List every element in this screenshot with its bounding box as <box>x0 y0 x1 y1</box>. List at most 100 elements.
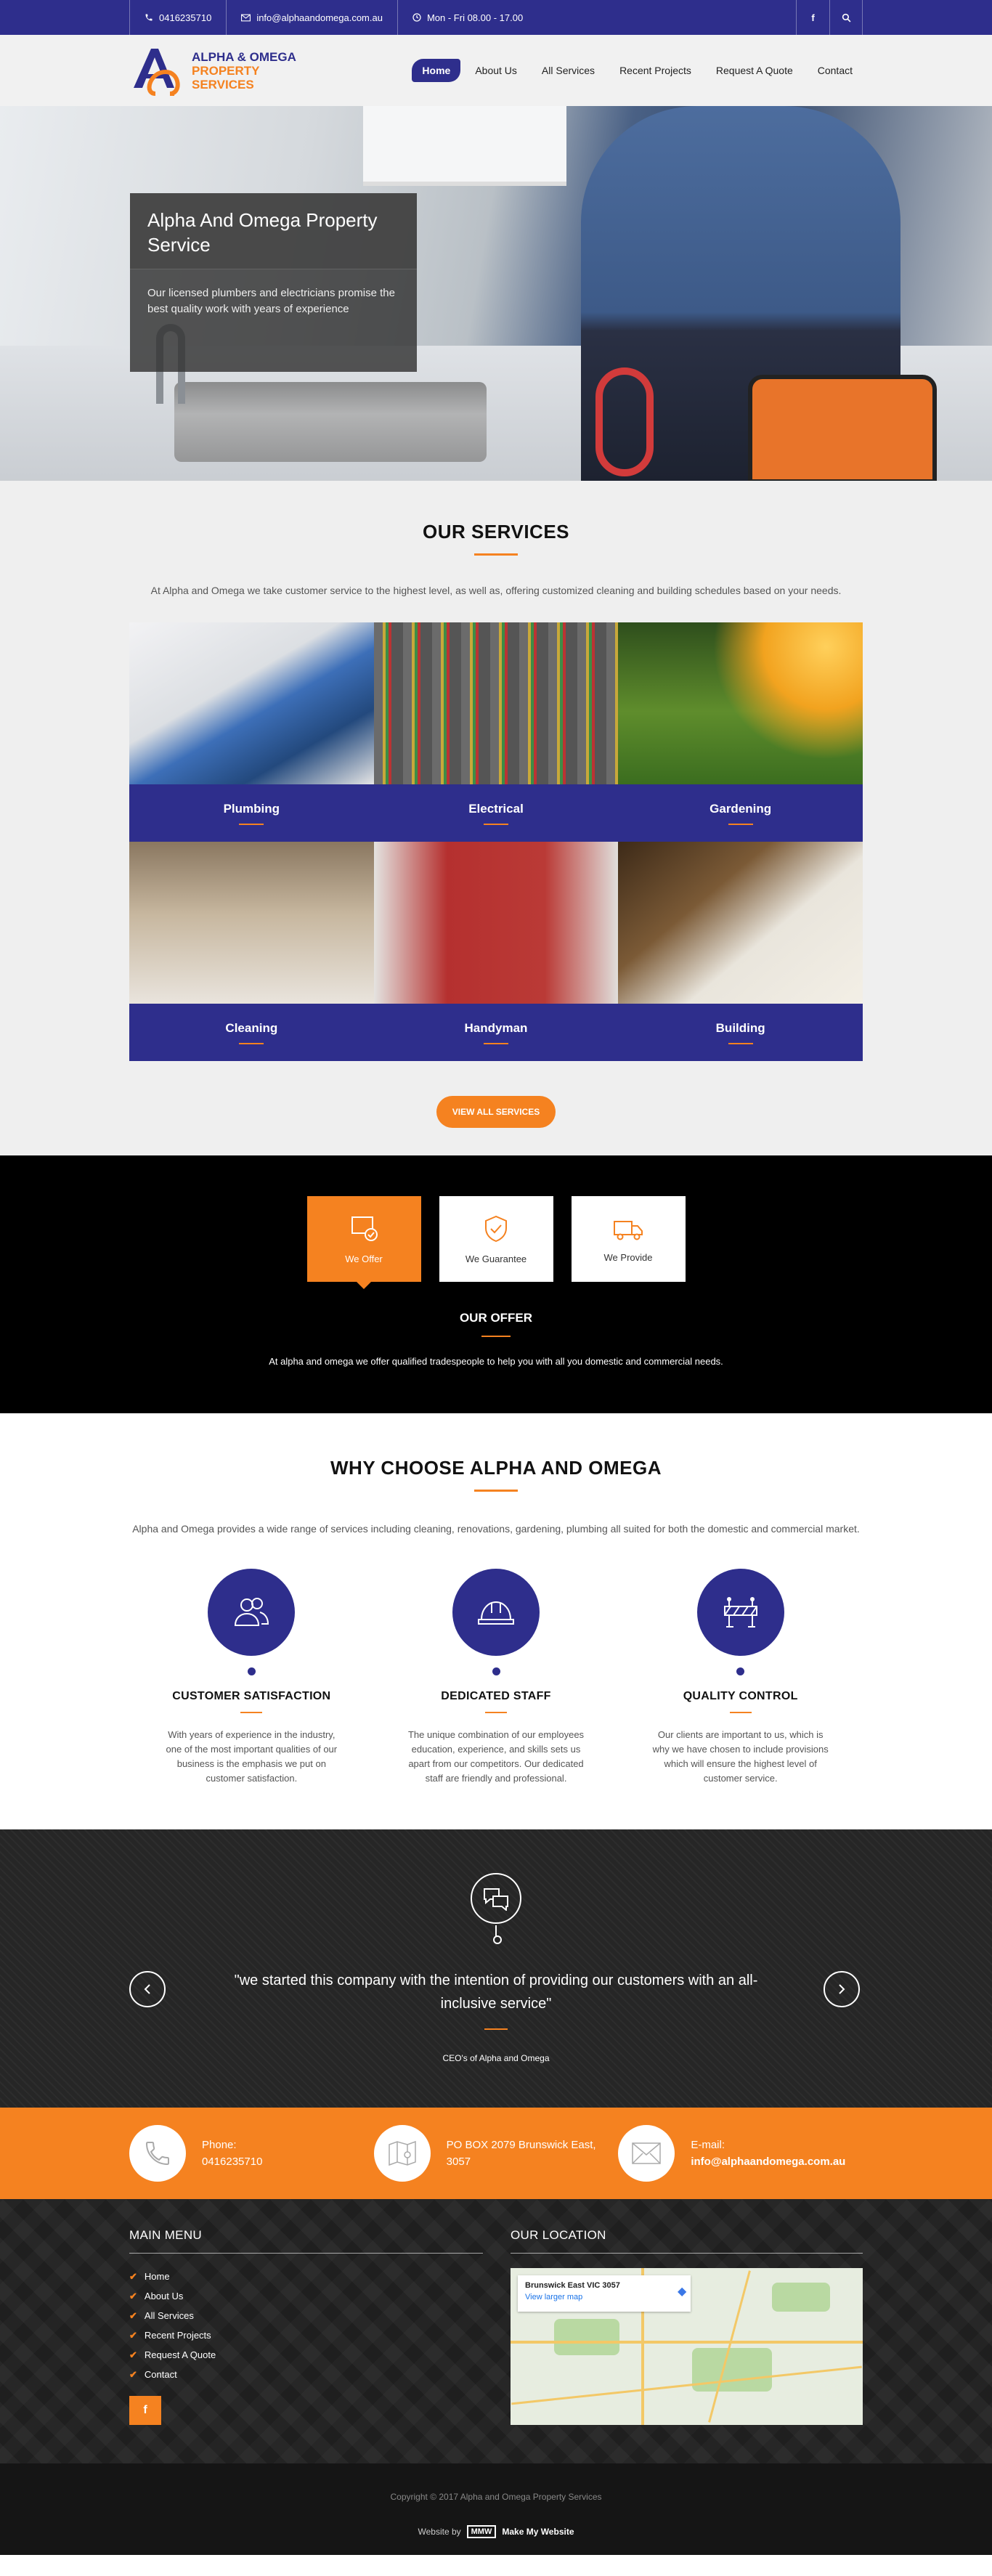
tab-we-offer[interactable]: We Offer <box>306 1196 421 1289</box>
nav-contact[interactable]: Contact <box>808 59 863 82</box>
nav-about-us[interactable]: About Us <box>465 59 527 82</box>
service-card-plumbing[interactable]: Plumbing <box>129 622 374 842</box>
tab-label: We Offer <box>345 1253 383 1264</box>
service-card-gardening[interactable]: Gardening <box>618 622 863 842</box>
tab-label: We Provide <box>603 1251 653 1263</box>
service-card-building[interactable]: Building <box>618 842 863 1061</box>
site-header: ALPHA & OMEGA PROPERTY SERVICES Home Abo… <box>0 35 992 106</box>
nav-all-services[interactable]: All Services <box>532 59 605 82</box>
check-icon: ✔ <box>129 2310 137 2321</box>
label-underline <box>728 823 753 825</box>
chat-bubbles-icon <box>471 1873 521 1924</box>
logo-line-3: SERVICES <box>192 77 254 92</box>
tab-we-provide[interactable]: We Provide <box>571 1196 686 1282</box>
footer-menu-item[interactable]: ✔ Recent Projects <box>129 2325 483 2345</box>
top-hours: Mon - Fri 08.00 - 17.00 <box>397 0 537 35</box>
service-card-cleaning[interactable]: Cleaning <box>129 842 374 1061</box>
facebook-icon[interactable]: f <box>129 2396 161 2425</box>
check-icon: ✔ <box>129 2271 137 2282</box>
footer-menu-label: All Services <box>144 2310 194 2321</box>
logo-line-2: PROPERTY <box>192 63 260 78</box>
icon-stem <box>493 1925 502 1944</box>
offer-text: At alpha and omega we offer qualified tr… <box>269 1356 723 1367</box>
footer-menu-item[interactable]: ✔ Home <box>129 2267 483 2286</box>
offer-tabs: We Offer We Guarantee We Provide <box>0 1196 992 1289</box>
service-label: Handyman <box>464 1020 528 1035</box>
hero-title: Alpha And Omega Property Service <box>130 193 417 269</box>
facebook-icon[interactable]: f <box>796 0 829 35</box>
slider-next-button[interactable] <box>824 1971 860 2007</box>
footer-menu-label: Contact <box>144 2369 177 2380</box>
feature-dot <box>492 1667 500 1675</box>
service-image-gardening <box>618 622 863 784</box>
service-image-electrical <box>373 622 619 784</box>
search-icon[interactable] <box>829 0 863 35</box>
top-phone[interactable]: 0416235710 <box>129 0 226 35</box>
feature-title: DEDICATED STAFF <box>441 1690 551 1702</box>
directions-icon[interactable]: ◆ <box>678 2284 686 2299</box>
service-card-electrical[interactable]: Electrical <box>373 622 619 842</box>
contact-email[interactable]: E-mail: info@alphaandomega.com.au <box>618 2125 863 2182</box>
users-icon <box>208 1569 296 1656</box>
title-underline <box>485 1712 507 1713</box>
footer-menu-column: MAIN MENU ✔ Home ✔ About Us ✔ All Services … <box>129 2228 483 2425</box>
testimonial-text: "we started this company with the intent… <box>234 1972 758 2012</box>
contact-phone[interactable]: Phone: 0416235710 <box>129 2125 374 2182</box>
footer-menu-label: Recent Projects <box>144 2330 211 2341</box>
footer-menu-label: Request A Quote <box>144 2349 216 2360</box>
logo-mark-icon <box>129 43 184 98</box>
feature-title: CUSTOMER SATISFACTION <box>172 1690 331 1702</box>
slider-prev-button[interactable] <box>129 1971 166 2007</box>
hero-banner: Alpha And Omega Property Service Our lic… <box>0 106 992 481</box>
logo[interactable]: ALPHA & OMEGA PROPERTY SERVICES <box>129 43 296 98</box>
top-email[interactable]: info@alphaandomega.com.au <box>226 0 397 35</box>
footer-menu-label: About Us <box>144 2291 184 2301</box>
nav-request-quote[interactable]: Request A Quote <box>706 59 803 82</box>
copyright-text: Copyright © 2017 Alpha and Omega Propert… <box>390 2492 602 2502</box>
footer-menu-item[interactable]: ✔ All Services <box>129 2306 483 2325</box>
feature-dot <box>247 1667 256 1675</box>
label-underline <box>239 823 264 825</box>
main-nav: Home About Us All Services Recent Projec… <box>412 59 863 82</box>
service-card-handyman[interactable]: Handyman <box>373 842 619 1061</box>
map-larger-link[interactable]: View larger map <box>525 2293 683 2301</box>
envelope-icon <box>241 14 251 21</box>
service-image-cleaning <box>129 842 374 1004</box>
website-by-label: Website by <box>418 2527 461 2537</box>
map-info-card: Brunswick East VIC 3057 View larger map <box>518 2275 691 2312</box>
service-label: Building <box>715 1020 765 1035</box>
barrier-icon <box>696 1569 784 1656</box>
service-label: Electrical <box>468 801 524 816</box>
footer-menu-item[interactable]: ✔ Request A Quote <box>129 2345 483 2365</box>
clock-icon <box>412 13 421 22</box>
contact-email-label: E-mail: <box>691 2139 725 2151</box>
nav-home[interactable]: Home <box>412 59 461 82</box>
location-map[interactable]: Brunswick East VIC 3057 View larger map … <box>511 2268 863 2425</box>
footer-menu-item[interactable]: ✔ About Us <box>129 2286 483 2306</box>
feature-quality-control: QUALITY CONTROL Our clients are importan… <box>650 1569 831 1786</box>
view-all-services-button[interactable]: VIEW ALL SERVICES <box>436 1096 556 1128</box>
title-underline <box>729 1712 752 1713</box>
tab-we-guarantee[interactable]: We Guarantee <box>439 1196 553 1282</box>
footer-location-column: OUR LOCATION Brunswick East VIC 3057 Vie… <box>511 2228 863 2425</box>
hero-text: Our licensed plumbers and electricians p… <box>147 287 395 315</box>
service-label: Cleaning <box>225 1020 278 1035</box>
check-icon: ✔ <box>129 2291 137 2301</box>
footer-menu-item[interactable]: ✔ Contact <box>129 2365 483 2384</box>
footer-menu-label: Home <box>144 2271 170 2282</box>
logo-line-1: ALPHA & OMEGA <box>192 49 296 64</box>
map-road <box>708 2270 751 2423</box>
hero-caption: Alpha And Omega Property Service Our lic… <box>130 193 417 372</box>
nav-recent-projects[interactable]: Recent Projects <box>609 59 702 82</box>
feature-text: With years of experience in the industry… <box>166 1729 338 1784</box>
truck-icon <box>614 1220 643 1240</box>
label-underline <box>483 1042 508 1044</box>
footer-menu-title: MAIN MENU <box>129 2228 483 2254</box>
map-pin-icon <box>373 2125 431 2182</box>
service-image-building <box>618 842 863 1004</box>
website-by[interactable]: Website by MMW Make My Website <box>0 2525 992 2538</box>
top-bar: 0416235710 info@alphaandomega.com.au Mon… <box>0 0 992 35</box>
title-underline <box>240 1712 263 1713</box>
why-section: WHY CHOOSE ALPHA AND OMEGA Alpha and Ome… <box>0 1413 992 1829</box>
top-email-text: info@alphaandomega.com.au <box>256 12 383 23</box>
